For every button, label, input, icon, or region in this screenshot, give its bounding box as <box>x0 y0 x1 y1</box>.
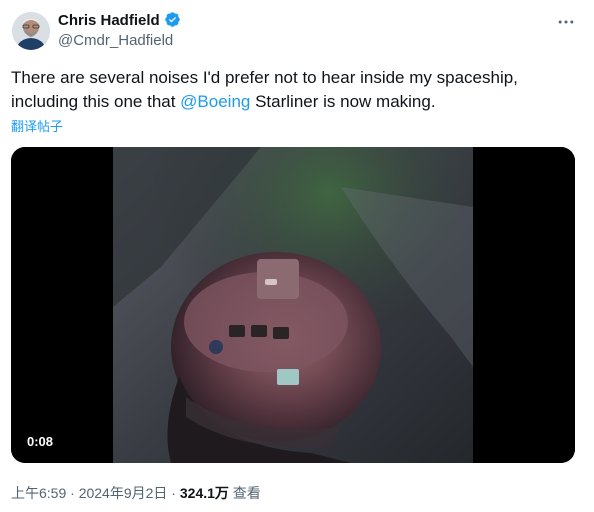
tweet-text: There are several noises I'd prefer not … <box>11 66 581 114</box>
post-date[interactable]: 2024年9月2日 <box>79 485 168 501</box>
mention-link-boeing[interactable]: @Boeing <box>180 92 250 111</box>
video-frame-image <box>11 147 575 463</box>
author-name[interactable]: Chris Hadfield <box>58 12 160 29</box>
more-dots-icon <box>558 20 574 24</box>
views-label: 查看 <box>228 485 261 501</box>
translate-post-link[interactable]: 翻译帖子 <box>11 116 63 135</box>
avatar[interactable] <box>12 12 50 50</box>
meta-separator: · <box>167 485 180 501</box>
tweet-text-part-2: Starliner is now making. <box>250 92 436 111</box>
author-name-row[interactable]: Chris Hadfield <box>58 11 181 29</box>
meta-separator: · <box>66 485 79 501</box>
tweet-meta: 上午6:59 · 2024年9月2日 · 324.1万 查看 <box>11 483 261 503</box>
video-duration: 0:08 <box>27 434 54 449</box>
post-time[interactable]: 上午6:59 <box>11 485 66 501</box>
verified-badge-icon <box>164 12 180 27</box>
more-options-button[interactable] <box>552 10 580 34</box>
author-handle[interactable]: @Cmdr_Hadfield <box>58 32 173 49</box>
tweet-card: Chris Hadfield @Cmdr_Hadfield There are … <box>0 0 594 512</box>
video-player[interactable]: 0:08 <box>11 147 575 463</box>
avatar-photo-icon <box>12 12 50 50</box>
views-count[interactable]: 324.1万 <box>180 485 229 501</box>
